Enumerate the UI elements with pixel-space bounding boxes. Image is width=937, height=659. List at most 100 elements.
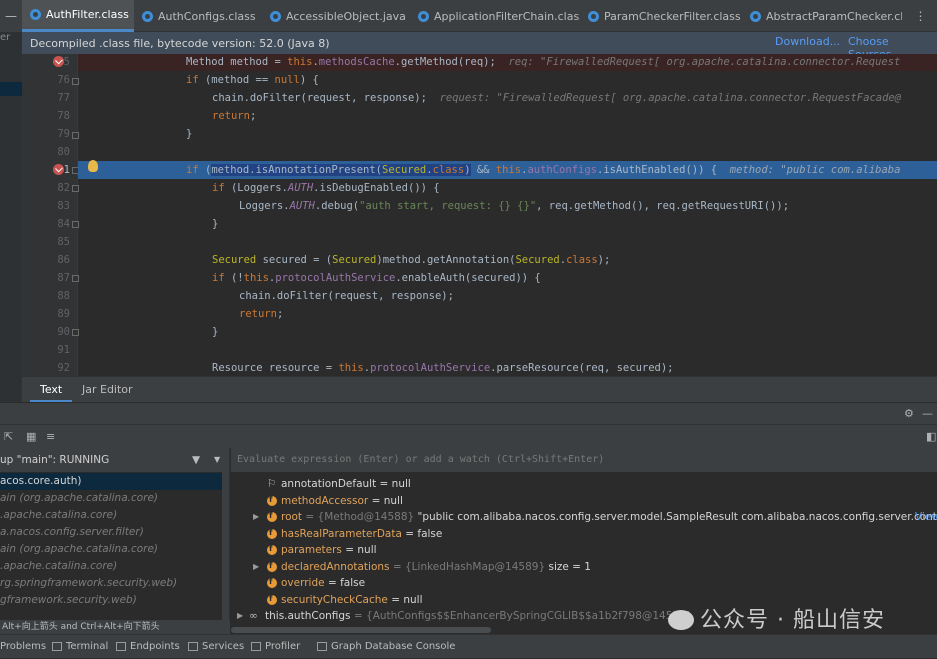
thread-selector[interactable]: up "main": RUNNING ▼ ▼	[0, 448, 230, 472]
stack-frame[interactable]: ain (org.apache.catalina.core)	[0, 490, 222, 507]
tab-abstractparamchecker[interactable]: AbstractParamChecker.clas	[742, 0, 902, 32]
variable-name: root	[281, 511, 302, 523]
code-line-78[interactable]: return;	[78, 107, 937, 125]
code-editor[interactable]: Method method = this.methodsCache.getMet…	[78, 54, 937, 376]
stack-frame[interactable]: acos.core.auth)	[0, 473, 222, 490]
variable-row[interactable]: parameters = null	[231, 542, 937, 559]
variable-name: methodAccessor	[281, 495, 368, 507]
line-number: 77	[22, 89, 70, 107]
tab-label: AccessibleObject.java	[286, 10, 406, 23]
code-line-81[interactable]: if (method.isAnnotationPresent(Secured.c…	[78, 161, 937, 179]
line-number: 88	[22, 287, 70, 305]
variable-row[interactable]: ▶ declaredAnnotations = {LinkedHashMap@1…	[231, 559, 937, 576]
code-line-90[interactable]: }	[78, 323, 937, 341]
expand-arrow-icon[interactable]: ▶	[253, 559, 259, 576]
code-line-80[interactable]	[78, 143, 937, 161]
code-line-82[interactable]: if (Loggers.AUTH.isDebugEnabled()) {	[78, 179, 937, 197]
variable-row[interactable]: ⚐ annotationDefault = null	[231, 476, 937, 493]
stack-frame[interactable]: .apache.catalina.core)	[0, 558, 222, 575]
field-icon	[267, 496, 277, 506]
terminal-button[interactable]: Terminal	[52, 635, 108, 659]
code-line-89[interactable]: return;	[78, 305, 937, 323]
tab-label: ApplicationFilterChain.class	[434, 10, 580, 23]
class-file-icon	[588, 11, 599, 22]
code-line-83[interactable]: Loggers.AUTH.debug("auth start, request:…	[78, 197, 937, 215]
class-file-icon	[750, 11, 761, 22]
tab-accessibleobject[interactable]: AccessibleObject.java×	[262, 0, 410, 32]
line-number: 76	[22, 71, 70, 89]
tab-overflow-icon[interactable]: ⋮	[904, 0, 937, 32]
frames-scrollbar[interactable]	[222, 472, 230, 622]
expand-arrow-icon[interactable]: ▶	[237, 608, 243, 625]
code-line-86[interactable]: Secured secured = (Secured)method.getAnn…	[78, 251, 937, 269]
tab-label: AbstractParamChecker.clas	[766, 10, 902, 23]
minimize-icon[interactable]: —	[0, 0, 22, 32]
tab-applicationfilterchain[interactable]: ApplicationFilterChain.class×	[410, 0, 580, 32]
breakpoint-icon[interactable]	[53, 164, 64, 175]
class-file-icon	[418, 11, 429, 22]
debug-panel-header: ⚙ —	[0, 402, 937, 424]
stack-frame[interactable]: a.nacos.config.server.filter)	[0, 524, 222, 541]
evaluate-expression-input[interactable]: Evaluate expression (Enter) or add a wat…	[231, 448, 937, 472]
stack-frame[interactable]: .apache.catalina.core)	[0, 507, 222, 524]
profiler-label: Profiler	[265, 641, 300, 652]
project-selection	[0, 82, 22, 96]
more-icon[interactable]: ◧	[926, 430, 936, 443]
line-number-gutter[interactable]: 75 76 77 78 79 80 81 82 83 84 85 86 87 8…	[22, 54, 78, 376]
code-line-88[interactable]: chain.doFilter(request, response);	[78, 287, 937, 305]
code-line-87[interactable]: if (!this.protocolAuthService.enableAuth…	[78, 269, 937, 287]
tab-authfilter[interactable]: AuthFilter.class×	[22, 0, 134, 32]
code-line-85[interactable]	[78, 233, 937, 251]
debugger-layout-icon[interactable]: ⇱	[4, 430, 13, 443]
code-line-92[interactable]: Resource resource = this.protocolAuthSer…	[78, 359, 937, 376]
tab-paramcheckerfilter[interactable]: ParamCheckerFilter.class×	[580, 0, 742, 32]
breakpoint-icon[interactable]	[53, 56, 64, 67]
lightbulb-icon[interactable]	[88, 160, 98, 172]
watermark-text: 公众号 · 船山信安	[700, 602, 885, 634]
flag-icon: ⚐	[267, 476, 276, 493]
code-line-75[interactable]: Method method = this.methodsCache.getMet…	[78, 54, 937, 71]
code-line-79[interactable]: }	[78, 125, 937, 143]
line-number: 80	[22, 143, 70, 161]
problems-button[interactable]: Problems	[0, 635, 46, 659]
list-icon[interactable]: ≡	[46, 430, 55, 443]
variable-row[interactable]: override = false	[231, 575, 937, 592]
variable-name: securityCheckCache	[281, 594, 388, 606]
table-icon[interactable]: ▦	[26, 430, 36, 443]
code-line-77[interactable]: chain.doFilter(request, response); reque…	[78, 89, 937, 107]
view-link[interactable]: View	[915, 509, 937, 526]
code-line-76[interactable]: if (method == null) {	[78, 71, 937, 89]
profiler-button[interactable]: Profiler	[251, 635, 300, 659]
hide-panel-icon[interactable]: —	[922, 407, 933, 420]
wechat-logo-icon	[668, 610, 694, 630]
gear-icon[interactable]: ⚙	[904, 407, 914, 420]
variables-scrollbar[interactable]	[231, 627, 491, 633]
line-number: 87	[22, 269, 70, 287]
line-number: 90	[22, 323, 70, 341]
stack-frame[interactable]: gframework.security.web)	[0, 592, 222, 609]
variable-row[interactable]: methodAccessor = null	[231, 493, 937, 510]
line-number: 82	[22, 179, 70, 197]
filter-icon[interactable]: ▼	[192, 448, 200, 472]
variable-row[interactable]: hasRealParameterData = false	[231, 526, 937, 543]
graph-database-console-button[interactable]: Graph Database Console	[317, 635, 455, 659]
expand-arrow-icon[interactable]: ▶	[253, 509, 259, 526]
thread-status: up "main": RUNNING	[0, 454, 109, 466]
variable-type: = {AuthConfigs$$EnhancerBySpringCGLIB$$a…	[354, 610, 693, 622]
tab-authconfigs[interactable]: AuthConfigs.class×	[134, 0, 262, 32]
endpoints-button[interactable]: Endpoints	[116, 635, 180, 659]
variable-row[interactable]: ▶ root = {Method@14588} "public com.alib…	[231, 509, 937, 526]
line-number: 85	[22, 233, 70, 251]
stack-frame[interactable]: rg.springframework.security.web)	[0, 575, 222, 592]
stack-frame[interactable]: ain (org.apache.catalina.core)	[0, 541, 222, 558]
download-sources-link[interactable]: Download...	[775, 35, 840, 48]
code-line-91[interactable]	[78, 341, 937, 359]
services-button[interactable]: Services	[188, 635, 244, 659]
tab-text[interactable]: Text	[30, 377, 72, 403]
tab-jar-editor[interactable]: Jar Editor	[72, 377, 143, 403]
code-line-84[interactable]: }	[78, 215, 937, 233]
line-number: 92	[22, 359, 70, 377]
chevron-down-icon[interactable]: ▼	[214, 448, 220, 472]
editor-tab-bar: — AuthFilter.class× AuthConfigs.class× A…	[0, 0, 937, 32]
tab-label: AuthFilter.class	[46, 8, 129, 21]
